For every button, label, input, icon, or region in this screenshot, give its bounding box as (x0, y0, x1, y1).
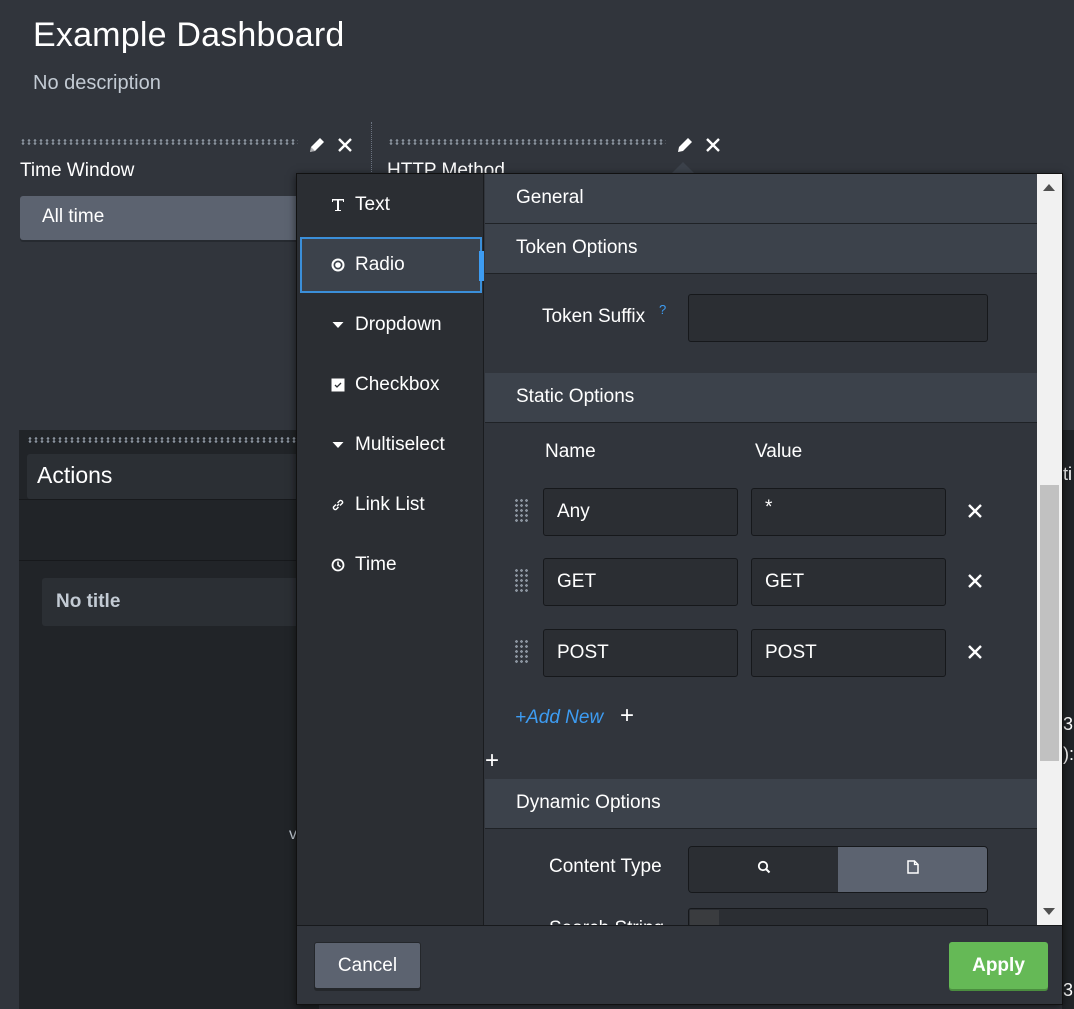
link-icon (331, 498, 345, 512)
option-value-input[interactable]: * (751, 488, 946, 536)
cancel-button[interactable]: Cancel (314, 942, 421, 989)
divider (19, 499, 309, 500)
add-plus-icon[interactable]: + (620, 702, 634, 730)
input-drag-handle[interactable] (20, 139, 298, 145)
search-icon (757, 860, 771, 879)
editor-scrollbar[interactable] (1037, 174, 1062, 925)
input-type-dropdown[interactable]: Dropdown (300, 297, 482, 353)
remove-row-icon[interactable] (967, 644, 983, 665)
text-t-icon (331, 198, 345, 212)
input-type-text[interactable]: Text (300, 177, 482, 233)
option-name-input[interactable]: GET (543, 558, 738, 606)
document-icon (906, 860, 919, 879)
caret-down-icon (331, 318, 345, 332)
time-window-dropdown[interactable]: All time (20, 196, 310, 240)
content-type-toggle (688, 846, 988, 893)
close-icon[interactable] (705, 137, 721, 153)
column-header-name: Name (545, 441, 596, 462)
input-type-multiselect[interactable]: Multiselect (300, 417, 482, 473)
token-suffix-label: Token Suffix (542, 306, 646, 327)
editor-content: General Token Options Token Suffix ? Sta… (485, 174, 1037, 925)
panel-drag-handle[interactable] (27, 437, 297, 443)
input-editor-popover: Text Radio Dropdown Checkbox Multiselect (296, 173, 1063, 1005)
input-type-label: Time (355, 554, 397, 575)
remove-row-icon[interactable] (967, 503, 983, 524)
partial-text: ): (1063, 744, 1074, 764)
input-type-label: Text (355, 194, 390, 215)
divider (19, 560, 309, 561)
content-type-document-button[interactable] (838, 847, 987, 892)
input-type-time[interactable]: Time (300, 537, 482, 593)
editor-footer: Cancel Apply (297, 925, 1062, 1004)
option-value-input[interactable]: POST (751, 629, 946, 677)
option-name-input[interactable]: POST (543, 629, 738, 677)
input-type-checkbox[interactable]: Checkbox (300, 357, 482, 413)
input-type-label: Radio (355, 254, 405, 275)
content-type-search-button[interactable] (689, 847, 838, 892)
input-drag-handle[interactable] (388, 139, 666, 145)
panel-title: Actions (27, 454, 307, 499)
scroll-thumb[interactable] (1040, 485, 1059, 761)
section-static-options[interactable]: Static Options (485, 373, 1037, 423)
remove-row-icon[interactable] (967, 573, 983, 594)
input-divider (371, 122, 372, 174)
option-value-input[interactable]: GET (751, 558, 946, 606)
partial-text: ti (1063, 464, 1072, 484)
input-type-label: Link List (355, 494, 425, 515)
input-tools (307, 135, 353, 155)
section-general[interactable]: General (485, 174, 1037, 224)
search-string-label: Search String (549, 918, 664, 925)
row-drag-handle[interactable] (514, 498, 530, 524)
edit-pencil-icon[interactable] (675, 135, 695, 155)
input-type-label: Checkbox (355, 374, 440, 395)
scroll-up-arrow-icon[interactable] (1043, 184, 1055, 191)
input-type-label: Dropdown (355, 314, 442, 335)
radio-icon (331, 258, 345, 272)
add-new-option-link[interactable]: +Add New (515, 707, 603, 729)
dashboard-description: No description (33, 72, 161, 94)
partial-text: 3 (1063, 714, 1074, 734)
row-drag-handle[interactable] (514, 639, 530, 665)
content-type-label: Content Type (549, 856, 662, 877)
input-type-radio[interactable]: Radio (300, 237, 484, 293)
dashboard-title: Example Dashboard (33, 16, 345, 54)
token-suffix-input[interactable] (688, 294, 988, 342)
apply-button[interactable]: Apply (949, 942, 1048, 989)
option-name-input[interactable]: Any (543, 488, 738, 536)
search-string-input[interactable] (688, 908, 988, 925)
column-header-value: Value (755, 441, 803, 462)
caret-down-icon (331, 438, 345, 452)
input-tools (675, 135, 721, 155)
checkbox-icon (331, 378, 345, 392)
edit-pencil-icon[interactable] (307, 135, 327, 155)
input-type-label: Multiselect (355, 434, 445, 455)
clock-icon (331, 558, 345, 572)
partial-text: 3 (1063, 980, 1074, 1000)
subpanel-title: No title (42, 578, 302, 626)
section-token-options[interactable]: Token Options (485, 224, 1037, 274)
close-icon[interactable] (337, 137, 353, 153)
scroll-down-arrow-icon[interactable] (1043, 908, 1055, 915)
http-method-label: HTTP Method (387, 160, 505, 174)
search-string-gutter (690, 910, 719, 925)
row-drag-handle[interactable] (514, 568, 530, 594)
section-dynamic-options[interactable]: Dynamic Options (485, 779, 1037, 829)
actions-panel (19, 430, 319, 1009)
input-type-link-list[interactable]: Link List (300, 477, 482, 533)
plus-icon[interactable]: + (485, 747, 499, 775)
time-window-label: Time Window (20, 160, 135, 181)
input-type-menu: Text Radio Dropdown Checkbox Multiselect (297, 174, 484, 925)
help-icon[interactable]: ? (659, 302, 666, 317)
